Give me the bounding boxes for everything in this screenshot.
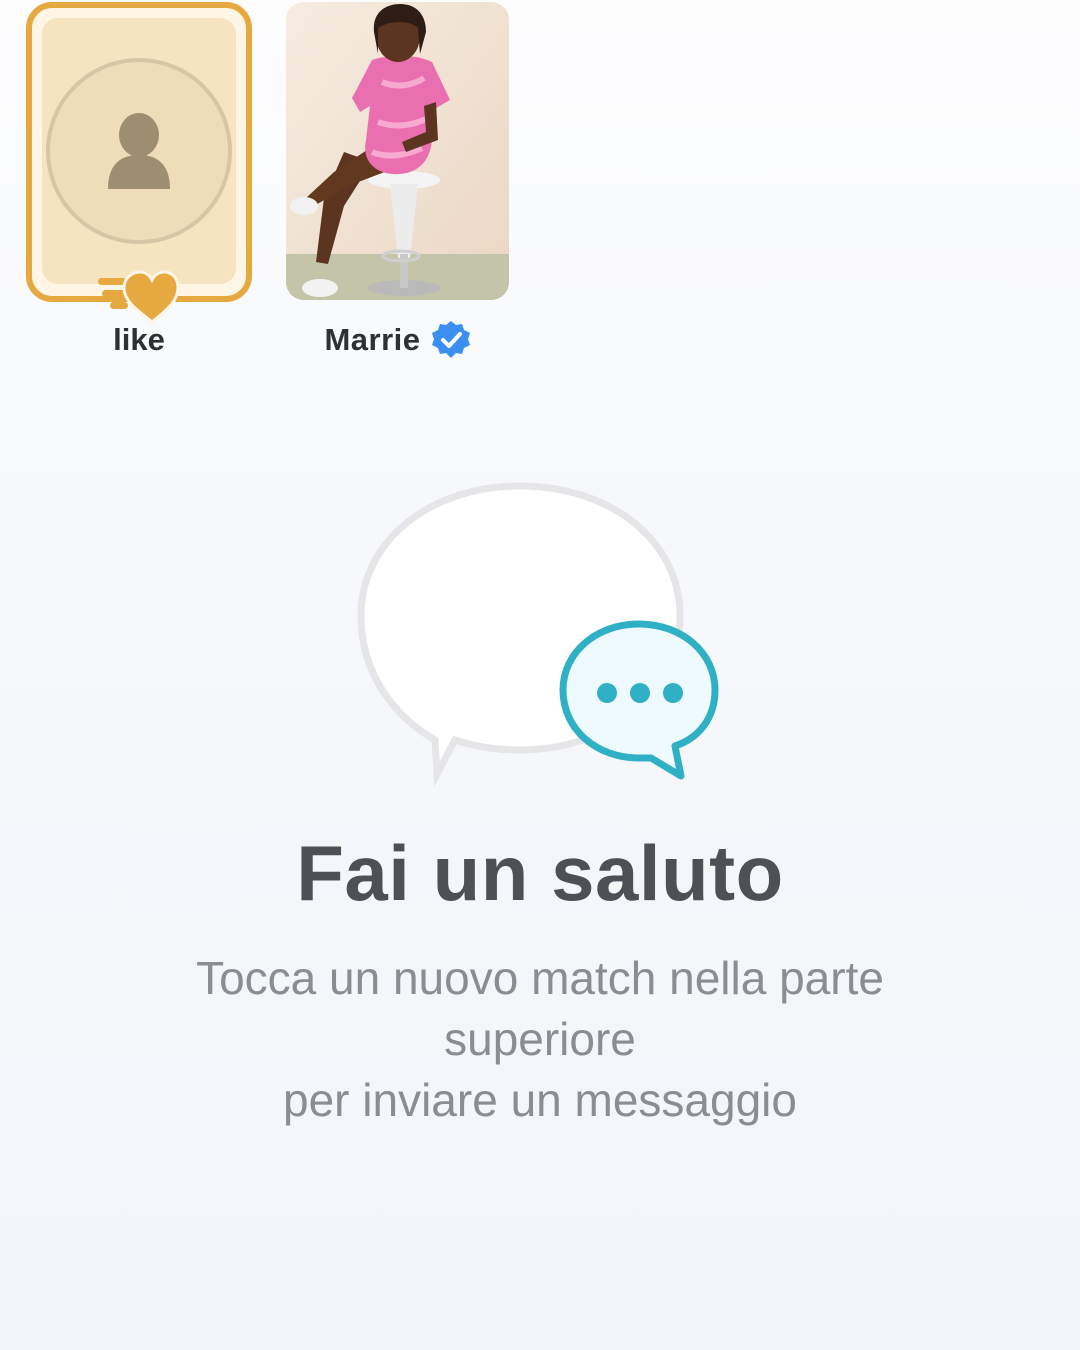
empty-state-description-line: per inviare un messaggio bbox=[283, 1074, 797, 1126]
empty-state-description-line: superiore bbox=[444, 1013, 636, 1065]
match-name: Marrie bbox=[324, 322, 421, 357]
likes-label: like bbox=[113, 322, 165, 357]
likes-card-background bbox=[42, 18, 236, 284]
match-name-row: Marrie bbox=[286, 320, 509, 360]
new-matches-row: like Marrie bbox=[0, 0, 1080, 380]
chat-bubbles-icon bbox=[357, 482, 719, 787]
match-card-marrie[interactable] bbox=[286, 2, 509, 300]
likes-card[interactable] bbox=[26, 2, 252, 302]
empty-state-title: Fai un saluto bbox=[296, 829, 784, 917]
avatar-placeholder bbox=[46, 58, 232, 244]
heart-icon bbox=[98, 270, 180, 324]
verified-badge-icon bbox=[431, 321, 470, 358]
empty-state-description: Tocca un nuovo match nella parte superio… bbox=[140, 948, 940, 1131]
person-silhouette-icon bbox=[108, 113, 170, 189]
match-photo bbox=[286, 2, 509, 300]
empty-state-description-line: Tocca un nuovo match nella parte bbox=[196, 952, 884, 1004]
